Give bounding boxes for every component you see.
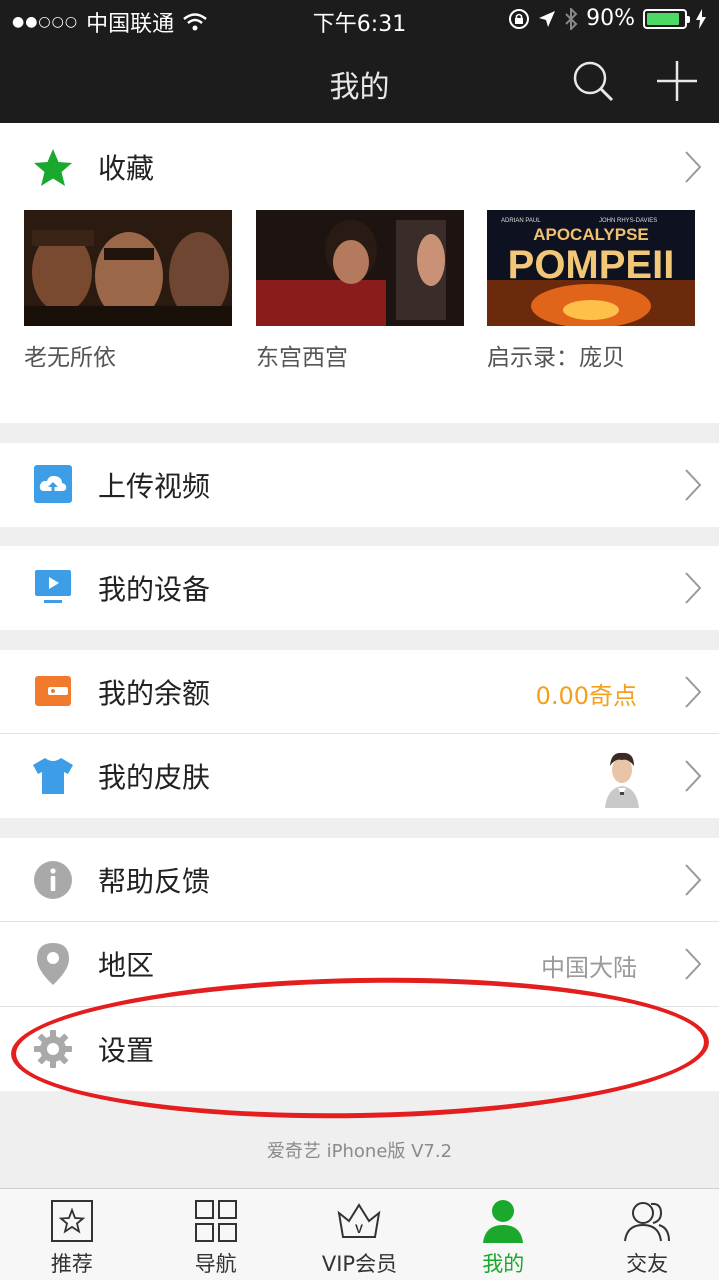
location-arrow-icon (539, 10, 556, 27)
upload-video-label: 上传视频 (98, 470, 211, 503)
poster-credit-right: JOHN RHYS-DAVIES (599, 218, 657, 224)
charging-icon (696, 8, 706, 29)
my-balance-row[interactable]: 我的余额 0.00奇点 (0, 650, 719, 734)
status-bar: ●●○○○ 中国联通 下午6:31 90% (0, 0, 719, 40)
poster-title-line1: APOCALYPSE (533, 225, 649, 244)
friends-icon (624, 1202, 671, 1242)
favorite-thumbnail[interactable]: ADRIAN PAUL JOHN RHYS-DAVIES APOCALYPSE … (487, 210, 695, 326)
favorites-row[interactable]: 收藏 (0, 125, 719, 209)
tab-friends[interactable]: 交友 (575, 1189, 719, 1280)
region-row[interactable]: 地区 中国大陆 (0, 922, 719, 1006)
upload-video-row[interactable]: 上传视频 (0, 443, 719, 527)
tab-label: VIP会员 (321, 1252, 398, 1276)
tab-label: 导航 (194, 1252, 237, 1276)
chevron-right-icon (685, 676, 702, 708)
chevron-right-icon (685, 948, 702, 980)
balance-value: 0.00奇点 (535, 682, 637, 710)
svg-text:V: V (355, 1222, 363, 1236)
user-icon (483, 1200, 524, 1243)
tab-mine[interactable]: 我的 (431, 1189, 575, 1280)
nav-bar: 我的 (0, 40, 719, 123)
my-devices-label: 我的设备 (98, 573, 211, 606)
chevron-right-icon (685, 864, 702, 896)
chevron-right-icon (685, 760, 702, 792)
app-version: 爱奇艺 iPhone版 V7.2 (266, 1141, 453, 1162)
battery-percent: 90% (586, 6, 635, 31)
help-feedback-label: 帮助反馈 (98, 865, 211, 898)
battery-icon (643, 8, 690, 29)
tab-label: 推荐 (50, 1252, 93, 1276)
help-feedback-row[interactable]: 帮助反馈 (0, 838, 719, 922)
tab-vip[interactable]: V VIP会员 (288, 1189, 432, 1280)
chevron-right-icon (685, 469, 702, 501)
plus-icon[interactable] (654, 58, 700, 104)
chevron-right-icon (685, 151, 702, 183)
favorites-label: 收藏 (98, 152, 155, 185)
my-skin-row[interactable]: 我的皮肤 (0, 734, 719, 818)
gear-icon (34, 1030, 72, 1068)
my-devices-row[interactable]: 我的设备 (0, 546, 719, 630)
tab-label: 我的 (482, 1252, 525, 1276)
tshirt-icon (33, 758, 73, 794)
region-label: 地区 (98, 949, 155, 982)
region-value: 中国大陆 (541, 954, 637, 982)
settings-label: 设置 (98, 1034, 155, 1067)
bluetooth-icon (565, 7, 578, 30)
favorite-thumbnail[interactable] (256, 210, 464, 326)
cloud-upload-icon (34, 465, 72, 503)
favorite-thumbnail[interactable] (24, 210, 232, 326)
wallet-icon (35, 676, 71, 706)
favorite-title: 启示录：庞贝 (487, 345, 625, 371)
chevron-right-icon (685, 572, 702, 604)
rotation-lock-icon (509, 8, 530, 29)
tab-navigation[interactable]: 导航 (144, 1189, 288, 1280)
search-icon[interactable] (570, 58, 616, 104)
tab-recommend[interactable]: 推荐 (0, 1189, 144, 1280)
my-balance-label: 我的余额 (98, 677, 211, 710)
favorite-title: 东宫西宫 (256, 345, 348, 371)
favorite-title: 老无所依 (24, 345, 116, 371)
info-icon (34, 861, 72, 899)
settings-row[interactable]: 设置 (0, 1007, 719, 1091)
skin-avatar (597, 744, 647, 808)
tab-label: 交友 (626, 1252, 669, 1276)
tv-icon (35, 570, 71, 603)
poster-credit-left: ADRIAN PAUL (501, 218, 541, 224)
crown-icon: V (338, 1203, 381, 1238)
grid-icon (194, 1200, 237, 1242)
location-pin-icon (37, 943, 69, 985)
my-skin-label: 我的皮肤 (98, 761, 211, 794)
poster-title-line2: POMPEII (508, 243, 675, 287)
tab-bar: 推荐 导航 V VIP会员 我的 交友 (0, 1188, 719, 1280)
star-box-icon (50, 1200, 93, 1242)
star-icon (34, 149, 72, 186)
